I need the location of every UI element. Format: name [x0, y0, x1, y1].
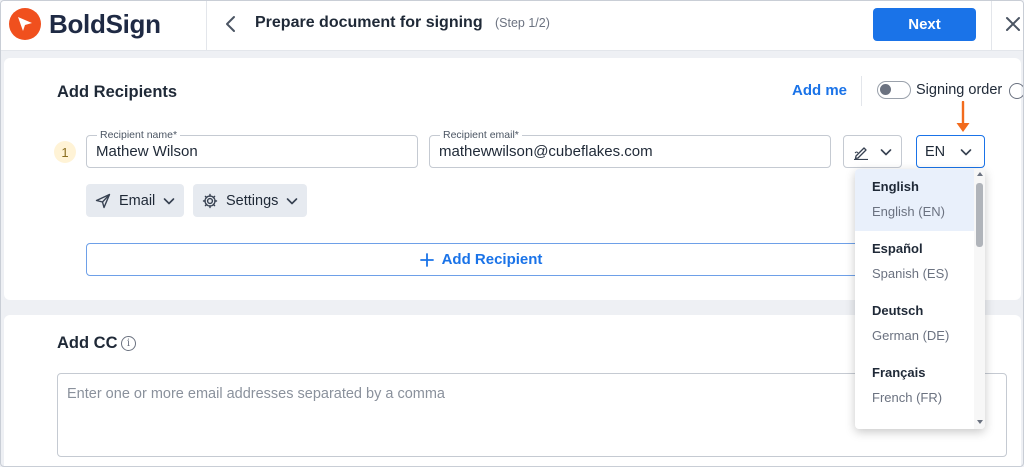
recipient-role-select[interactable]	[843, 135, 902, 168]
recipient-name-label: Recipient name*	[97, 128, 181, 142]
cc-placeholder: Enter one or more email addresses separa…	[67, 386, 445, 402]
chevron-left-icon	[226, 16, 235, 32]
toggle-knob	[880, 84, 891, 95]
boldsign-logo: BoldSign	[9, 8, 161, 40]
recipient-number-badge: 1	[54, 141, 76, 163]
header-divider	[206, 1, 207, 51]
settings-label: Settings	[226, 192, 279, 209]
dropdown-scrollbar[interactable]	[974, 169, 985, 429]
language-option-french[interactable]: Français French (FR)	[855, 355, 974, 417]
cc-info-icon[interactable]: i	[121, 336, 136, 351]
boldsign-logo-mark-icon	[9, 8, 41, 40]
language-option-sub: English (EN)	[872, 204, 945, 219]
next-button[interactable]: Next	[873, 8, 976, 41]
add-recipient-button[interactable]: Add Recipient	[86, 243, 876, 276]
signer-pen-icon	[854, 147, 868, 160]
delivery-method-select[interactable]: Email	[86, 184, 185, 217]
annotation-arrow-icon	[956, 101, 970, 132]
send-icon	[95, 193, 111, 208]
language-option-german[interactable]: Deutsch German (DE)	[855, 293, 974, 355]
recipient-name-field[interactable]: Recipient name* Mathew Wilson	[86, 128, 418, 168]
signing-order-label: Signing order	[916, 82, 1003, 98]
cc-section-title: Add CC	[57, 334, 118, 352]
brand-name: BoldSign	[49, 8, 161, 39]
vertical-separator	[861, 76, 862, 106]
recipient-settings-select[interactable]: Settings	[193, 184, 308, 217]
close-icon	[1006, 17, 1020, 31]
language-option-name: Deutsch	[872, 303, 924, 318]
app-frame: BoldSign Prepare document for signing (S…	[0, 0, 1024, 467]
signing-order-toggle[interactable]	[877, 81, 911, 99]
recipient-name-value: Mathew Wilson	[96, 143, 198, 160]
scroll-down-icon[interactable]	[977, 420, 983, 424]
language-option-sub: French (FR)	[872, 390, 943, 405]
signing-order-info-icon[interactable]	[1009, 83, 1023, 99]
chevron-down-icon	[960, 149, 972, 156]
add-recipient-label: Add Recipient	[441, 251, 543, 268]
top-header: BoldSign Prepare document for signing (S…	[1, 1, 1023, 51]
chevron-down-icon	[287, 197, 298, 204]
language-option-sub: Spanish (ES)	[872, 266, 949, 281]
chevron-down-icon	[163, 197, 175, 204]
language-option-english[interactable]: English English (EN)	[855, 169, 974, 231]
header-divider-right	[991, 1, 992, 51]
scrollbar-thumb[interactable]	[976, 183, 983, 247]
page-title: Prepare document for signing	[255, 14, 483, 31]
language-select[interactable]: EN	[916, 135, 985, 168]
recipient-email-value: mathewwilson@cubeflakes.com	[439, 143, 653, 160]
plus-icon	[419, 252, 434, 267]
recipient-email-field[interactable]: Recipient email* mathewwilson@cubeflakes…	[429, 128, 831, 168]
language-option-name: Français	[872, 365, 926, 380]
language-option-spanish[interactable]: Español Spanish (ES)	[855, 231, 974, 293]
language-select-value: EN	[925, 144, 946, 160]
add-me-link[interactable]: Add me	[792, 82, 847, 99]
delivery-method-label: Email	[119, 192, 156, 209]
scroll-up-icon[interactable]	[977, 172, 983, 176]
language-option-name: English	[872, 179, 919, 194]
back-button[interactable]	[219, 12, 243, 36]
step-indicator: (Step 1/2)	[495, 16, 550, 30]
language-option-sub: German (DE)	[872, 328, 950, 343]
gear-icon	[202, 193, 218, 208]
recipient-email-label: Recipient email*	[440, 128, 522, 142]
chevron-down-icon	[880, 149, 892, 156]
recipients-section-title: Add Recipients	[57, 83, 178, 101]
close-button[interactable]	[1003, 14, 1023, 34]
language-option-name: Español	[872, 241, 923, 256]
language-dropdown: English English (EN) Español Spanish (ES…	[855, 169, 985, 429]
